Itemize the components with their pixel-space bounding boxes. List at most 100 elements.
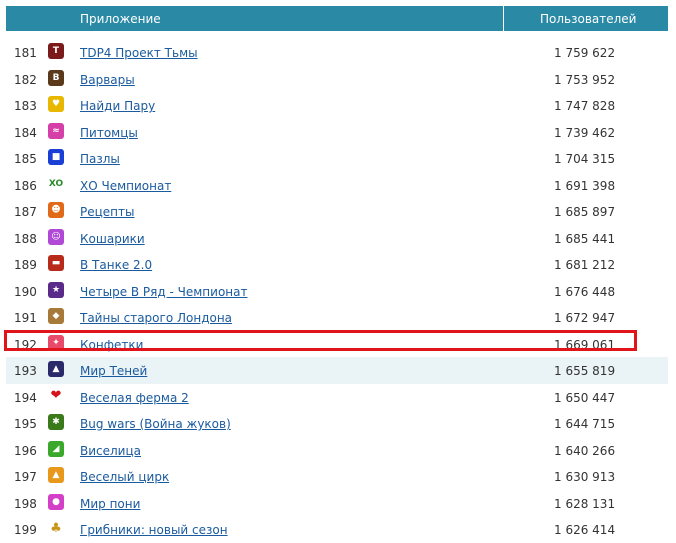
rank-number: 190 (14, 284, 37, 299)
column-header-app[interactable]: Приложение (80, 12, 161, 26)
app-link[interactable]: В Танке 2.0 (80, 258, 152, 272)
rank-number: 186 (14, 178, 37, 193)
user-count: 1 672 947 (554, 311, 616, 325)
cat-balls-icon[interactable]: ☺ (48, 228, 64, 245)
user-count: 1 747 828 (554, 99, 616, 113)
user-count: 1 704 315 (554, 152, 616, 166)
table-row: 194 ❤ Веселая ферма 2 1 650 447 (6, 384, 668, 411)
table-row: 199 ♣ Грибники: новый сезон 1 626 414 (6, 516, 668, 543)
app-link[interactable]: Пазлы (80, 152, 120, 166)
rank-number: 187 (14, 205, 37, 219)
table-row: 190 ★ Четыре В Ряд - Чемпионат 1 676 448 (6, 278, 668, 305)
table-row: 193 ▲ Мир Теней 1 655 819 (6, 357, 668, 384)
shadow-world-icon[interactable]: ▲ (48, 361, 64, 377)
xo-icon[interactable]: XO (48, 175, 64, 192)
table-row: 187 ☻ Рецепты 1 685 897 (6, 198, 668, 225)
bug-icon[interactable]: ✱ (48, 414, 64, 430)
user-count: 1 626 414 (554, 523, 616, 537)
london-icon[interactable]: ◆ (48, 308, 64, 324)
table-row: 197 ▲ Веселый цирк 1 630 913 (6, 463, 668, 490)
app-link[interactable]: Виселица (80, 444, 141, 458)
rank-number: 197 (14, 470, 37, 484)
app-link[interactable]: Мир пони (80, 497, 140, 511)
rank-number: 184 (14, 125, 37, 140)
rank-number: 181 (14, 46, 37, 60)
app-link[interactable]: Веселая ферма 2 (80, 391, 189, 405)
rank-number: 192 (14, 337, 37, 352)
table-row: 192 ✦ Конфетки 1 669 061 (6, 331, 668, 358)
user-count: 1 681 212 (554, 258, 616, 272)
puzzle-icon[interactable]: ■ (48, 149, 64, 165)
recipes-icon[interactable]: ☻ (48, 202, 64, 218)
table-row: 195 ✱ Bug wars (Война жуков) 1 644 715 (6, 410, 668, 437)
mushroom-icon[interactable]: ♣ (48, 520, 64, 536)
app-link[interactable]: Грибники: новый сезон (80, 523, 228, 537)
user-count: 1 650 447 (554, 390, 616, 405)
user-count: 1 676 448 (554, 284, 616, 299)
user-count: 1 691 398 (554, 178, 616, 193)
pony-icon[interactable]: ● (48, 493, 64, 510)
user-count: 1 739 462 (554, 125, 616, 140)
app-link[interactable]: Четыре В Ряд - Чемпионат (80, 285, 247, 299)
user-count: 1 630 913 (554, 470, 616, 484)
app-link[interactable]: Варвары (80, 73, 135, 87)
rank-number: 185 (14, 152, 37, 166)
tank-icon[interactable]: ▬ (48, 255, 64, 271)
table-row: 191 ◆ Тайны старого Лондона 1 672 947 (6, 304, 668, 331)
tdp4-icon[interactable]: T (48, 43, 64, 59)
app-link[interactable]: Веселый цирк (80, 470, 169, 484)
table-header: Приложение Пользователей (6, 6, 668, 31)
app-link[interactable]: Тайны старого Лондона (80, 311, 232, 325)
rank-number: 191 (14, 311, 37, 325)
barbarian-icon[interactable]: В (48, 69, 64, 86)
table-row: 184 ≈ Питомцы 1 739 462 (6, 119, 668, 146)
app-link[interactable]: Рецепты (80, 205, 134, 219)
rank-number: 193 (14, 364, 37, 378)
table-row: 181 T TDP4 Проект Тьмы 1 759 622 (6, 39, 668, 66)
app-link[interactable]: ХО Чемпионат (80, 179, 171, 193)
pets-icon[interactable]: ≈ (48, 122, 64, 139)
column-header-users[interactable]: Пользователей (540, 12, 636, 26)
user-count: 1 753 952 (554, 72, 616, 87)
app-link[interactable]: Bug wars (Война жуков) (80, 417, 231, 431)
app-link[interactable]: Мир Теней (80, 364, 147, 378)
table-row: 185 ■ Пазлы 1 704 315 (6, 145, 668, 172)
app-link[interactable]: TDP4 Проект Тьмы (80, 46, 198, 60)
user-count: 1 759 622 (554, 46, 616, 60)
rank-number: 198 (14, 496, 37, 511)
table-row: 189 ▬ В Танке 2.0 1 681 212 (6, 251, 668, 278)
table-row: 186 XO ХО Чемпионат 1 691 398 (6, 172, 668, 199)
app-link[interactable]: Питомцы (80, 126, 138, 140)
table-row: 188 ☺ Кошарики 1 685 441 (6, 225, 668, 252)
app-ranking-table: 181 T TDP4 Проект Тьмы 1 759 622 182 В Варвары… (6, 39, 668, 543)
header-divider (503, 6, 504, 31)
rank-number: 195 (14, 417, 37, 431)
user-count: 1 685 897 (554, 205, 616, 219)
circus-icon[interactable]: ▲ (48, 467, 64, 483)
rank-number: 196 (14, 443, 37, 458)
rank-number: 188 (14, 231, 37, 246)
user-count: 1 644 715 (554, 417, 616, 431)
user-count: 1 685 441 (554, 231, 616, 246)
user-count: 1 669 061 (554, 337, 616, 352)
candy-icon[interactable]: ✦ (48, 334, 64, 351)
table-row: 198 ● Мир пони 1 628 131 (6, 490, 668, 517)
find-pair-icon[interactable]: ♥ (48, 96, 64, 112)
hangman-icon[interactable]: ◢ (48, 440, 64, 457)
rank-number: 199 (14, 523, 37, 537)
four-in-row-icon[interactable]: ★ (48, 281, 64, 298)
table-row: 196 ◢ Виселица 1 640 266 (6, 437, 668, 464)
rank-number: 194 (14, 390, 37, 405)
user-count: 1 628 131 (554, 496, 616, 511)
rank-number: 182 (14, 72, 37, 87)
user-count: 1 640 266 (554, 443, 616, 458)
app-link[interactable]: Кошарики (80, 232, 145, 246)
app-link[interactable]: Найди Пару (80, 99, 155, 113)
rank-number: 183 (14, 99, 37, 113)
app-link[interactable]: Конфетки (80, 338, 143, 352)
rank-number: 189 (14, 258, 37, 272)
table-row: 182 В Варвары 1 753 952 (6, 66, 668, 93)
table-row: 183 ♥ Найди Пару 1 747 828 (6, 92, 668, 119)
user-count: 1 655 819 (554, 364, 616, 378)
heart-icon[interactable]: ❤ (48, 387, 64, 404)
